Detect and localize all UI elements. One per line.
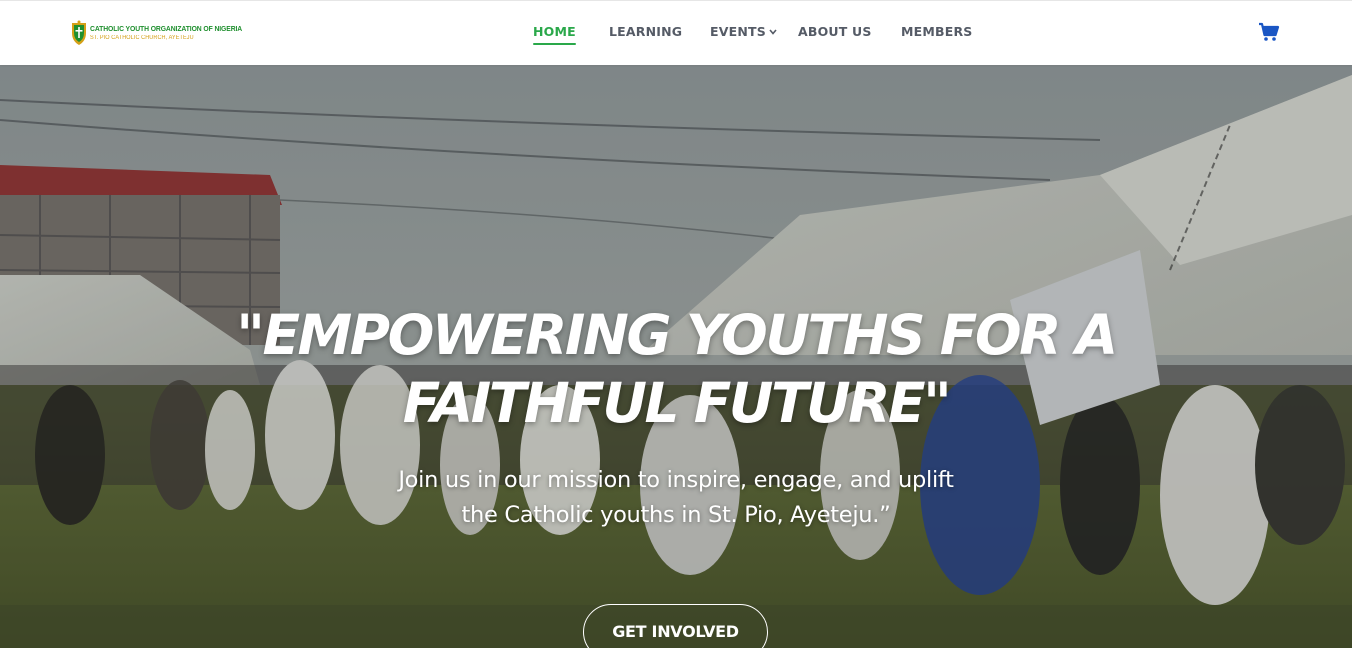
nav-members[interactable]: MEMBERS [901, 24, 973, 39]
hero-headline-line2: FAITHFUL FUTURE" [402, 371, 952, 435]
active-indicator [533, 43, 576, 45]
crest-icon [72, 20, 86, 45]
nav-home-label: HOME [533, 24, 576, 39]
brand-subtitle: ST. PIO CATHOLIC CHURCH, AYETEJU [90, 34, 194, 41]
nav-about-us-label: ABOUT US [798, 24, 872, 39]
nav-about-us[interactable]: ABOUT US [798, 24, 872, 39]
hero-subtext-line1: Join us in our mission to inspire, engag… [398, 467, 954, 493]
hero-subtext: Join us in our mission to inspire, engag… [326, 463, 1026, 533]
shopping-cart-icon[interactable] [1258, 22, 1280, 42]
hero-headline: "EMPOWERING YOUTHS FOR A FAITHFUL FUTURE… [176, 301, 1176, 437]
site-logo[interactable]: CATHOLIC YOUTH ORGANIZATION OF NIGERIA S… [70, 19, 255, 47]
hero-headline-line1: "EMPOWERING YOUTHS FOR A [236, 303, 1118, 367]
chevron-down-icon [769, 29, 777, 35]
site-header: CATHOLIC YOUTH ORGANIZATION OF NIGERIA S… [0, 0, 1352, 65]
hero-section: "EMPOWERING YOUTHS FOR A FAITHFUL FUTURE… [0, 65, 1352, 648]
nav-events-label: EVENTS [710, 24, 766, 39]
nav-learning-label: LEARNING [609, 24, 683, 39]
nav-events[interactable]: EVENTS [710, 24, 777, 39]
nav-members-label: MEMBERS [901, 24, 973, 39]
nav-learning[interactable]: LEARNING [609, 24, 682, 39]
hero-subtext-line2: the Catholic youths in St. Pio, Ayeteju.… [461, 502, 891, 528]
nav-home[interactable]: HOME [533, 24, 576, 45]
brand-title: CATHOLIC YOUTH ORGANIZATION OF NIGERIA [90, 24, 243, 34]
get-involved-button[interactable]: GET INVOLVED [583, 604, 768, 648]
